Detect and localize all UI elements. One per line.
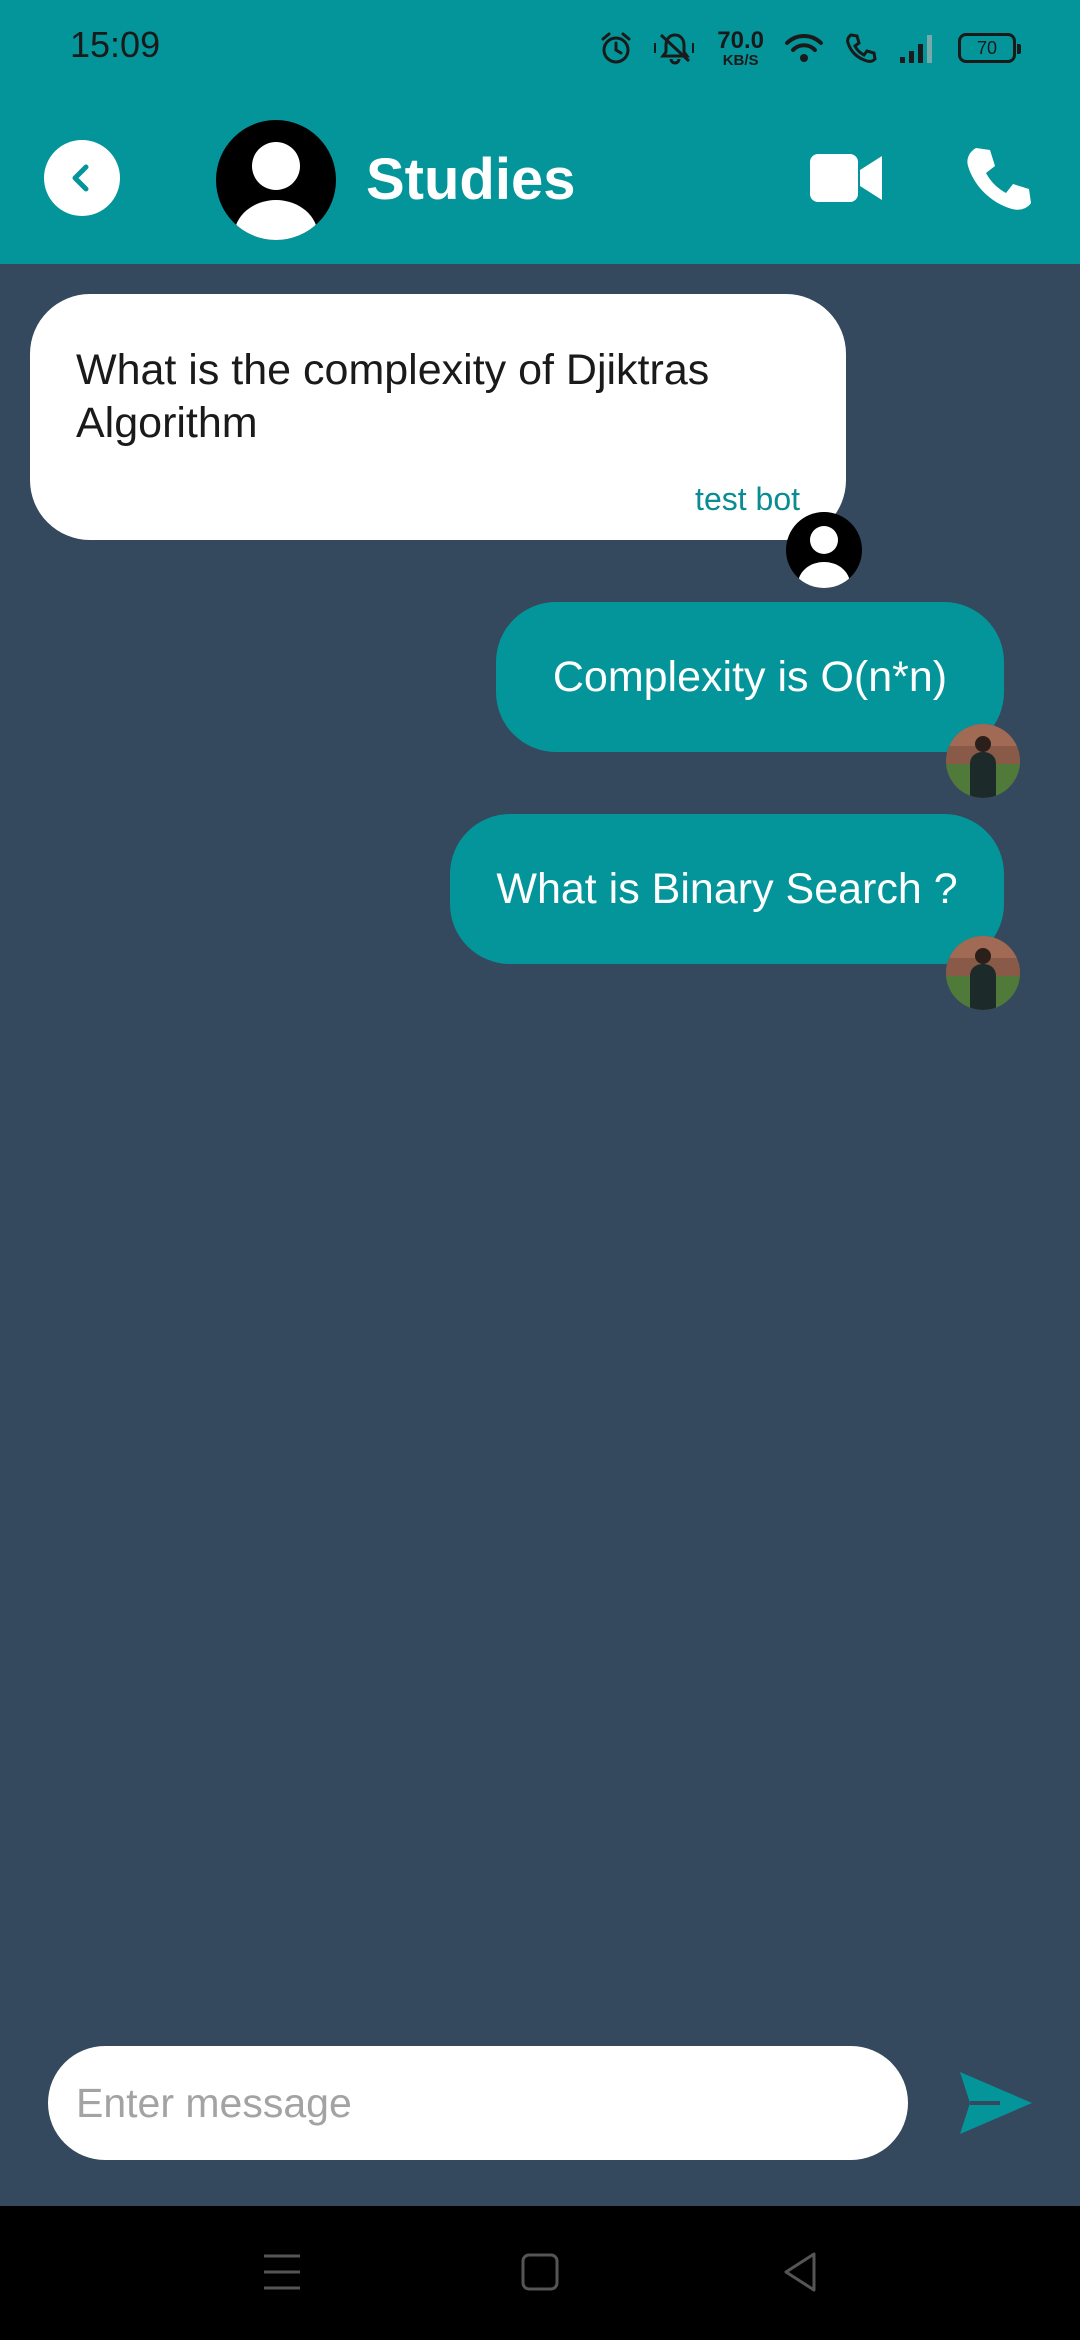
chevron-left-icon xyxy=(72,164,89,192)
back-button[interactable] xyxy=(44,140,120,216)
send-icon xyxy=(960,2072,1032,2134)
message-input-container xyxy=(48,2046,908,2160)
message-input[interactable] xyxy=(48,2046,908,2160)
battery-level: 70 xyxy=(976,37,998,58)
video-camera-icon xyxy=(810,154,882,202)
message-list[interactable]: What is the complexity of Djiktras Algor… xyxy=(0,264,1080,2204)
silent-bell-icon xyxy=(654,33,695,65)
sender-avatar xyxy=(786,512,862,588)
group-avatar[interactable] xyxy=(216,120,336,240)
message-bubble-incoming[interactable]: What is the complexity of Djiktras Algor… xyxy=(30,294,846,540)
status-time: 15:09 xyxy=(70,24,161,65)
wifi-icon xyxy=(785,33,823,62)
menu-icon[interactable] xyxy=(262,2250,302,2294)
system-nav-bar xyxy=(0,2206,1080,2340)
signal-icon xyxy=(900,35,932,63)
network-speed: 70.0 KB/S xyxy=(717,26,764,69)
person-icon xyxy=(798,526,850,588)
alarm-icon xyxy=(601,32,631,64)
user-photo-icon xyxy=(946,936,1020,1010)
home-square-icon[interactable] xyxy=(520,2250,560,2294)
message-bubble-outgoing[interactable]: Complexity is O(n*n) xyxy=(496,602,1004,752)
network-speed-unit: KB/S xyxy=(722,51,759,69)
chat-title[interactable]: Studies xyxy=(366,146,576,213)
message-bubble-outgoing[interactable]: What is Binary Search ? xyxy=(450,814,1004,964)
message-text: What is Binary Search ? xyxy=(496,864,958,913)
message-text: What is the complexity of Djiktras Algor… xyxy=(76,346,710,447)
user-avatar xyxy=(946,936,1020,1010)
send-button[interactable] xyxy=(958,2068,1034,2138)
user-avatar xyxy=(946,724,1020,798)
back-triangle-icon[interactable] xyxy=(780,2250,820,2294)
status-icons: 70.0 KB/S 70 xyxy=(599,26,1021,70)
status-bar: 15:09 70.0 KB/S 70 xyxy=(0,0,1080,96)
chat-header: Studies xyxy=(0,96,1080,264)
battery-icon: 70 xyxy=(958,33,1021,63)
user-photo-icon xyxy=(946,724,1020,798)
video-call-button[interactable] xyxy=(808,150,884,206)
sender-name: test bot xyxy=(695,481,800,517)
message-text: Complexity is O(n*n) xyxy=(552,652,948,701)
person-icon xyxy=(234,142,318,240)
phone-icon xyxy=(967,148,1031,210)
wifi-calling-icon xyxy=(846,33,877,63)
network-speed-value: 70.0 xyxy=(717,26,764,54)
voice-call-button[interactable] xyxy=(962,144,1032,214)
